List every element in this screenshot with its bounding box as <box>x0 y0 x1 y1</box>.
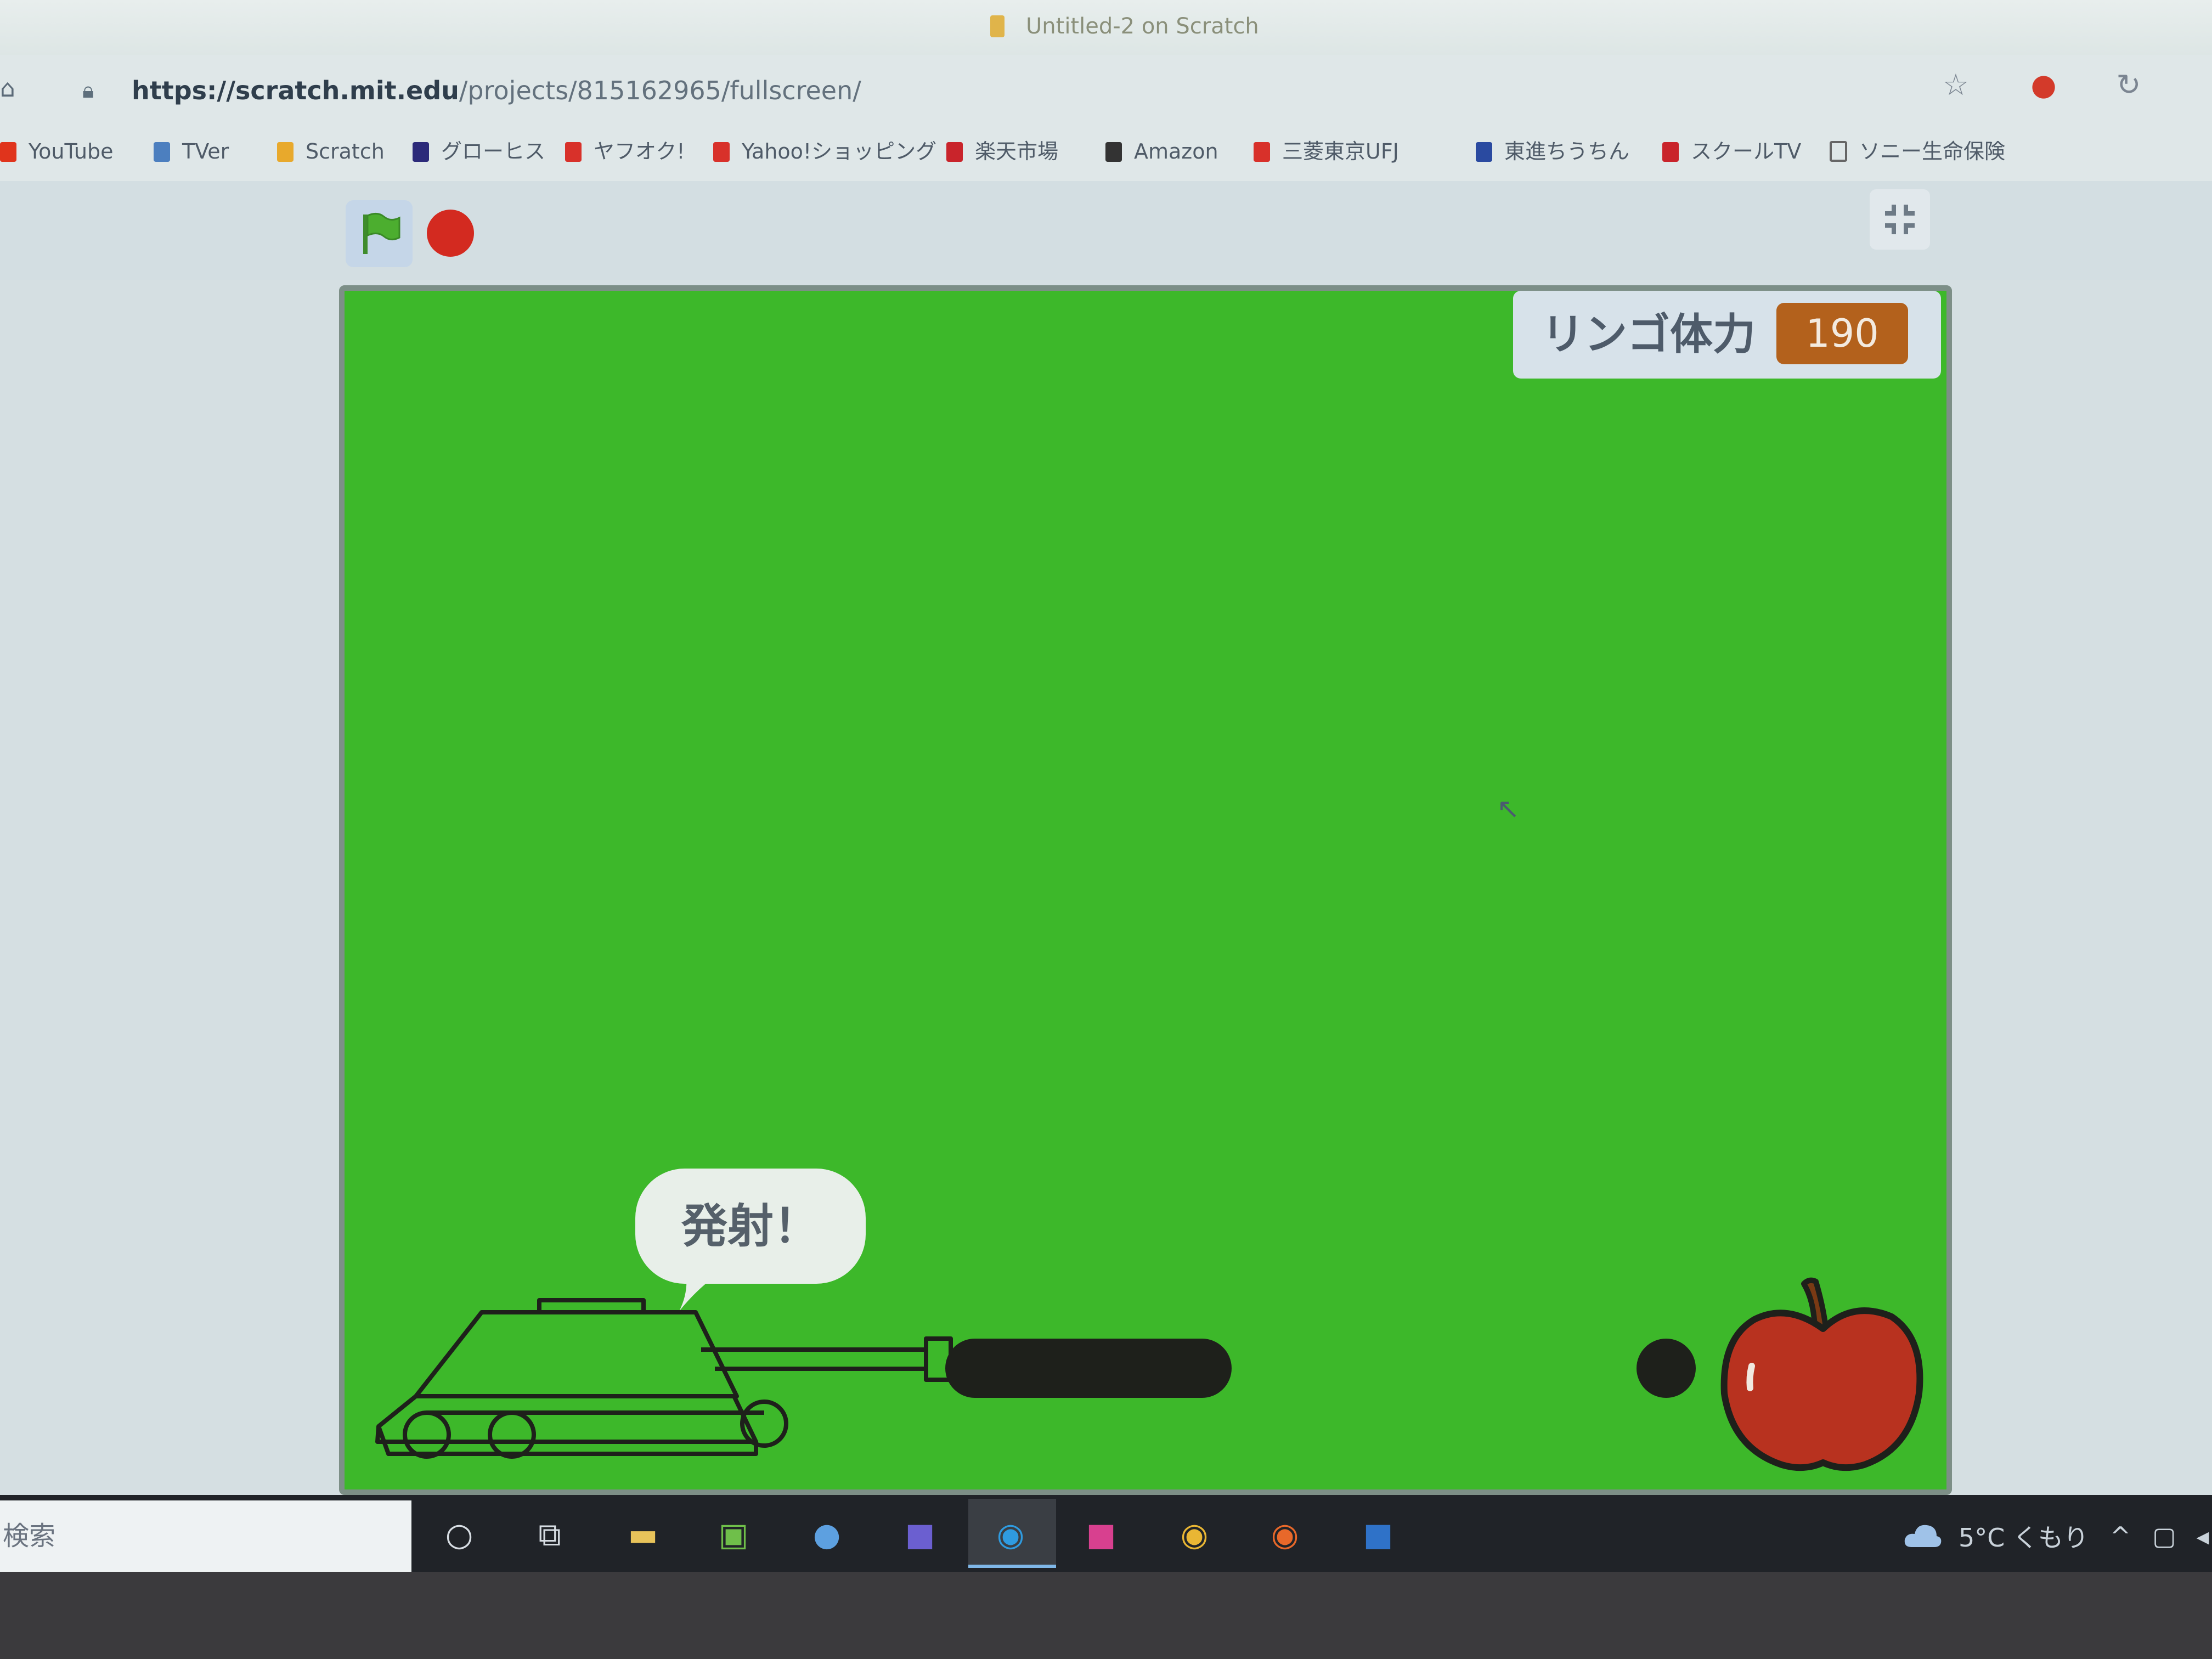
rakuten-icon <box>946 142 963 162</box>
window-title: Untitled-2 on Scratch <box>1026 14 1259 39</box>
speech-bubble-text: 発射！ <box>681 1199 820 1253</box>
yahoo-auction-icon <box>565 142 582 162</box>
variable-monitor-label: リンゴ体力 <box>1542 310 1756 359</box>
task-view-icon[interactable]: ⧉ <box>527 1511 573 1558</box>
stop-button[interactable] <box>427 210 474 257</box>
teams-icon[interactable]: ■ <box>897 1511 943 1558</box>
refresh-icon[interactable]: ↻ <box>2109 66 2148 104</box>
home-icon[interactable]: ⌂ <box>0 77 22 101</box>
green-flag-button[interactable] <box>346 200 413 267</box>
bookmark-scratch[interactable]: Scratch <box>277 136 385 167</box>
monitor-bezel <box>0 1572 2212 1659</box>
green-flag-icon <box>363 213 400 254</box>
exit-fullscreen-button[interactable] <box>1870 189 1930 250</box>
bookmark-tver[interactable]: TVer <box>154 136 229 167</box>
url-host: https://scratch.mit.edu <box>132 76 459 105</box>
scratch-tab-icon <box>990 15 1005 37</box>
bullet-sprite <box>1637 1339 1696 1398</box>
speech-bubble: 発射！ <box>635 1169 866 1284</box>
taskbar-search-placeholder: 検索 <box>3 1521 56 1551</box>
bookmark-bank[interactable]: 三菱東京UFJ <box>1254 136 1399 167</box>
bookmark-rakuten[interactable]: 楽天市場 <box>946 136 1058 167</box>
taskbar-search-box[interactable]: 検索 <box>0 1500 411 1572</box>
toshin-icon <box>1476 142 1492 162</box>
scratch-stage[interactable]: リンゴ体力 190 ↖ 発射！ <box>339 285 1952 1495</box>
chevron-up-icon[interactable]: ^ <box>2104 1520 2137 1553</box>
cloud-weather-icon <box>1904 1525 1942 1547</box>
desktop-screen: Untitled-2 on Scratch ⌂ 🔒︎ https://scrat… <box>0 0 2212 1659</box>
bank-icon <box>1254 142 1270 162</box>
extension-icon[interactable]: ● <box>2024 66 2063 104</box>
volume-icon[interactable]: ◂ <box>2186 1520 2212 1553</box>
apple-sprite[interactable] <box>1711 1267 1930 1487</box>
bookmark-sony-life[interactable]: ソニー生命保険 <box>1830 136 2005 167</box>
yahoo-shopping-icon <box>713 142 730 162</box>
firefox-icon[interactable]: ◉ <box>1262 1511 1308 1558</box>
favorite-star-icon[interactable]: ☆ <box>1937 66 1975 104</box>
tank-sprite[interactable] <box>372 1295 970 1470</box>
lock-icon[interactable]: 🔒︎ <box>82 78 104 103</box>
info-app-icon[interactable]: ● <box>804 1511 850 1558</box>
amazon-icon <box>1105 142 1122 162</box>
bookmark-amazon[interactable]: Amazon <box>1105 136 1218 167</box>
bookmark-yahoo-shopping[interactable]: Yahoo!ショッピング <box>713 136 936 167</box>
edge-icon[interactable]: ◉ <box>988 1511 1034 1558</box>
variable-monitor: リンゴ体力 190 <box>1513 291 1941 379</box>
bookmark-yahoo-auction[interactable]: ヤフオク! <box>565 136 685 167</box>
weather-readout[interactable]: 5°C くもり <box>1959 1519 2089 1557</box>
browser-titlebar: Untitled-2 on Scratch <box>0 0 2212 55</box>
bookmark-youtube[interactable]: YouTube <box>0 136 114 167</box>
bookmark-schooltv[interactable]: スクールTV <box>1662 136 1801 167</box>
exit-fullscreen-icon <box>1885 205 1915 234</box>
network-icon[interactable]: ▢ <box>2148 1520 2181 1553</box>
url-path: /projects/815162965/fullscreen/ <box>459 76 861 105</box>
tver-icon <box>154 142 170 162</box>
globis-icon <box>413 142 429 162</box>
page-icon <box>1830 141 1847 162</box>
youtube-icon <box>0 142 16 162</box>
cortana-icon[interactable]: ○ <box>436 1511 482 1558</box>
url-field[interactable]: https://scratch.mit.edu/projects/8151629… <box>132 74 861 107</box>
variable-monitor-value: 190 <box>1776 303 1908 364</box>
bookmark-globis[interactable]: グローヒス <box>413 136 545 167</box>
scratch-icon <box>277 142 294 162</box>
schooltv-icon <box>1662 142 1679 162</box>
chrome-icon[interactable]: ◉ <box>1171 1511 1217 1558</box>
file-explorer-icon[interactable]: ▬ <box>620 1511 666 1558</box>
paint-app-icon[interactable]: ■ <box>1078 1511 1124 1558</box>
store-icon[interactable]: ▣ <box>710 1511 757 1558</box>
bookmark-toshin[interactable]: 東進ちうちん <box>1476 136 1629 167</box>
outlook-icon[interactable]: ■ <box>1355 1511 1401 1558</box>
projectile-trail <box>945 1339 1232 1398</box>
mouse-cursor-icon: ↖ <box>1497 793 1520 825</box>
